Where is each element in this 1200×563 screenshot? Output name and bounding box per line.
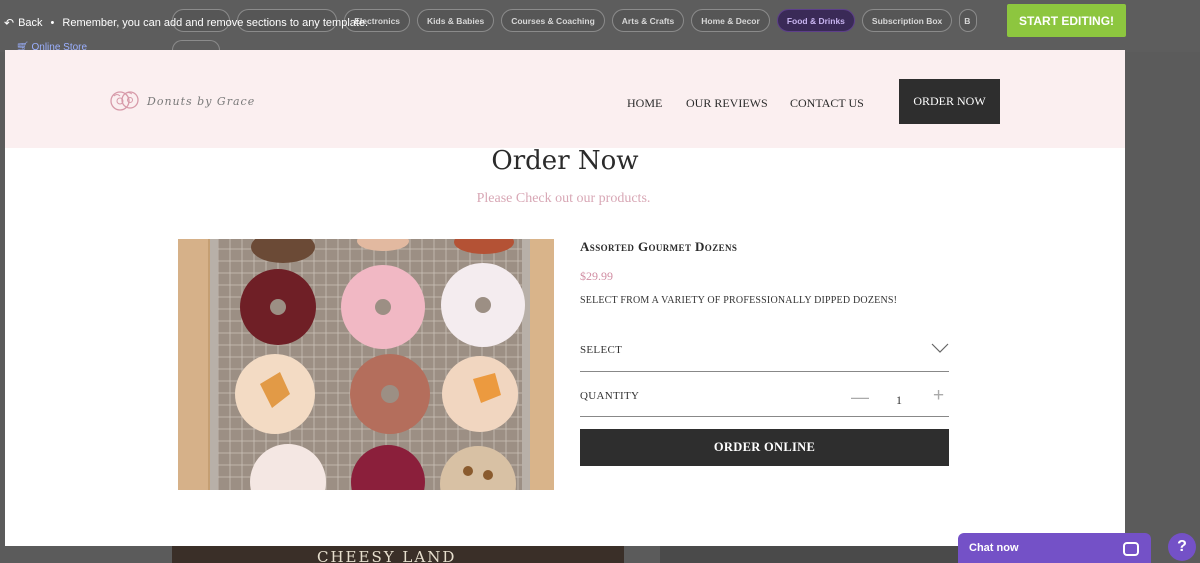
quantity-stepper: QUANTITY — 1 + [580,375,949,417]
nav-our-reviews[interactable]: OUR REVIEWS [686,96,768,111]
back-label: Back [18,17,43,29]
product-description: SELECT FROM A VARIETY OF PROFESSIONALLY … [580,295,898,306]
chevron-down-icon [931,343,949,353]
category-chip-courses[interactable]: Courses & Coaching [501,9,605,32]
category-chip-kids-babies[interactable]: Kids & Babies [417,9,495,32]
category-chip-more[interactable]: B [959,9,978,32]
quantity-label: QUANTITY [580,390,640,402]
order-online-button[interactable]: ORDER ONLINE [580,429,949,466]
order-now-button[interactable]: ORDER NOW [899,79,1000,124]
template-thumbnail[interactable]: CHEESY LAND [172,546,624,563]
section-title: Order Now [491,146,639,176]
logo-text: Donuts by Grace [147,94,256,108]
back-arrow-icon: ↶ [4,16,15,30]
category-chip-home-decor[interactable]: Home & Decor [691,9,770,32]
nav-home[interactable]: HOME [627,96,662,111]
chat-bubble-icon [1123,542,1139,556]
category-chip-food-drinks[interactable]: Food & Drinks [776,9,855,32]
help-button[interactable]: ? [1168,533,1196,561]
quantity-value[interactable]: 1 [896,393,902,408]
template-thumbnail-2[interactable] [660,546,958,563]
category-chip-subscription-box[interactable]: Subscription Box [861,9,953,32]
start-editing-button[interactable]: START EDITING! [1007,4,1126,37]
template-preview: Donuts by Grace HOME OUR REVIEWS CONTACT… [5,50,1125,546]
minus-icon[interactable]: — [851,387,869,408]
chat-label: Chat now [969,542,1019,554]
thumbnail-text: CHEESY LAND [317,548,457,563]
section-subtitle: Please Check out our products. [476,191,651,206]
category-chip-arts-crafts[interactable]: Arts & Crafts [611,9,685,32]
product-price: $29.99 [580,269,613,283]
back-link[interactable]: ↶ Back • Remember, you can add and remov… [4,16,368,30]
product-name: Assorted Gourmet Dozens [580,239,738,254]
product-image [178,239,554,490]
nav-contact-us[interactable]: CONTACT US [790,96,864,111]
plus-icon[interactable]: + [933,385,944,407]
variant-select[interactable]: SELECT [580,330,949,372]
site-logo[interactable]: Donuts by Grace [109,88,255,114]
separator-dot: • [50,17,55,29]
site-header: Donuts by Grace HOME OUR REVIEWS CONTACT… [5,50,1125,148]
donut-logo-icon [110,91,139,111]
chat-widget[interactable]: Chat now [958,533,1151,563]
select-label: SELECT [580,344,623,356]
editor-hint: Remember, you can add and remove section… [62,17,369,29]
